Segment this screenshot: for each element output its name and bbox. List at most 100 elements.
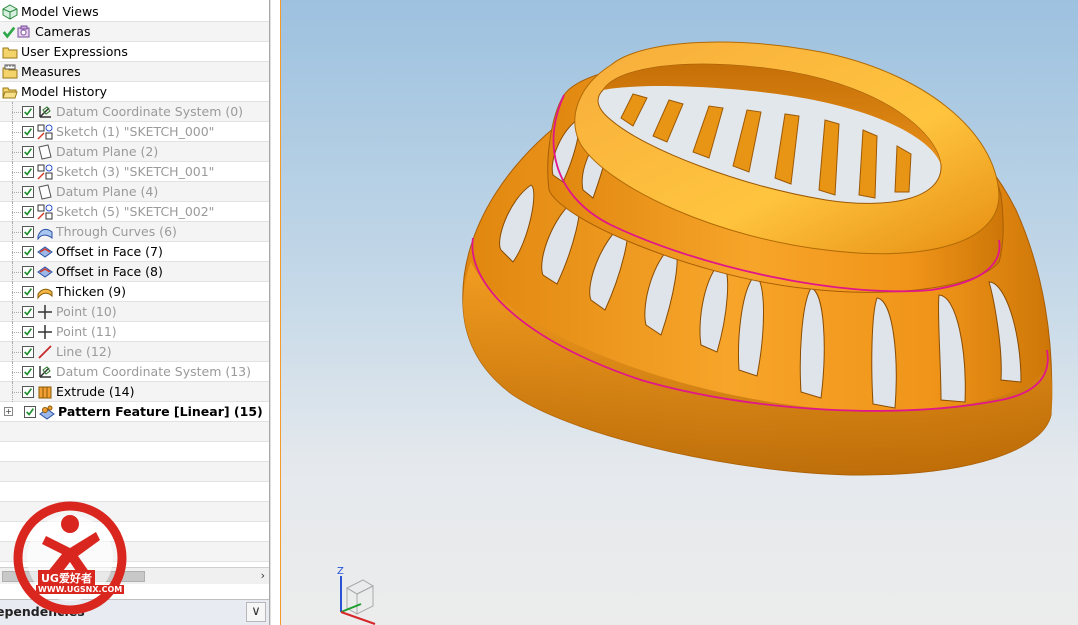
navigator-row-label: Through Curves (6) (56, 224, 177, 239)
feature-checkbox[interactable] (22, 225, 34, 238)
feature-checkbox[interactable] (22, 145, 34, 158)
feature-checkbox[interactable] (22, 205, 34, 218)
triad-z-label: Z (337, 566, 344, 577)
navigator-row[interactable]: Sketch (1) "SKETCH_000" (0, 121, 269, 142)
navigator-row[interactable]: Cameras (0, 22, 269, 42)
tree-connector (10, 281, 22, 302)
navigator-row[interactable]: Through Curves (6) (0, 221, 269, 242)
tree-connector (10, 221, 22, 242)
datum-plane-icon (37, 183, 53, 200)
navigator-row[interactable]: Sketch (3) "SKETCH_001" (0, 161, 269, 182)
navigator-row-label: Sketch (3) "SKETCH_001" (56, 164, 215, 179)
empty-row (0, 442, 269, 462)
datum-csys-icon (37, 364, 53, 380)
feature-checkbox[interactable] (22, 285, 34, 298)
navigator-row-label: Datum Plane (2) (56, 144, 159, 159)
navigator-row-label: Point (10) (56, 304, 117, 319)
navigator-row[interactable]: Offset in Face (8) (0, 261, 269, 282)
watermark-text: UG爱好者 (38, 570, 95, 586)
feature-checkbox[interactable] (22, 165, 34, 178)
navigator-row[interactable]: Datum Coordinate System (13) (0, 361, 269, 382)
tree-connector (10, 241, 22, 262)
navigator-row-label: Line (12) (56, 344, 112, 359)
chevron-down-icon[interactable]: ∨ (246, 602, 266, 622)
navigator-row[interactable]: Datum Coordinate System (0) (0, 101, 269, 122)
navigator-row[interactable]: Point (11) (0, 321, 269, 342)
navigator-row-label: Extrude (14) (56, 384, 135, 399)
watermark-url: WWW.UGSNX.COM (36, 585, 125, 594)
navigator-row[interactable]: Line (12) (0, 341, 269, 362)
navigator-row[interactable]: User Expressions (0, 42, 269, 62)
feature-checkbox[interactable] (22, 365, 34, 378)
navigator-row[interactable]: Extrude (14) (0, 381, 269, 402)
cameras-icon (16, 24, 32, 40)
tree-connector (10, 321, 22, 342)
navigator-row-label: Cameras (35, 24, 91, 39)
line-icon (37, 344, 53, 360)
ugsnx-watermark-logo: UG爱好者 WWW.UGSNX.COM (8, 496, 132, 615)
navigator-row[interactable]: + Pattern Feature [Linear] (15) (0, 402, 269, 422)
navigator-row[interactable]: Model Views (0, 2, 269, 22)
through-curves-icon (37, 224, 53, 241)
navigator-row-label: Point (11) (56, 324, 117, 339)
navigator-row[interactable]: Offset in Face (7) (0, 241, 269, 262)
feature-checkbox[interactable] (22, 265, 34, 278)
navigator-row-label: Model History (21, 84, 107, 99)
navigator-row[interactable]: Model History (0, 82, 269, 102)
navigator-row[interactable]: Measures (0, 62, 269, 82)
empty-row (0, 462, 269, 482)
navigator-row-label: Thicken (9) (56, 284, 126, 299)
navigator-row[interactable]: Thicken (9) (0, 281, 269, 302)
pattern-feature-icon (39, 404, 55, 420)
navigator-row-label: Offset in Face (7) (56, 244, 163, 259)
extrude-icon (37, 384, 53, 400)
tree-connector (10, 381, 22, 402)
model-views-icon (2, 3, 18, 20)
folder-icon (2, 44, 18, 60)
model-view (462, 41, 1053, 476)
tree-connector (10, 201, 22, 222)
navigator-row[interactable]: Sketch (5) "SKETCH_002" (0, 201, 269, 222)
tree-connector (10, 121, 22, 142)
navigator-row[interactable]: Datum Plane (2) (0, 141, 269, 162)
thicken-icon (37, 284, 53, 300)
datum-csys-icon (37, 104, 53, 120)
navigator-row-label: Offset in Face (8) (56, 264, 163, 279)
feature-checkbox[interactable] (22, 305, 34, 318)
feature-checkbox[interactable] (22, 345, 34, 358)
point-icon (37, 304, 53, 320)
open-folder-icon (2, 84, 18, 100)
scroll-right-icon[interactable]: › (261, 569, 265, 582)
point-icon (37, 324, 53, 340)
navigator-row-label: Sketch (1) "SKETCH_000" (56, 124, 215, 139)
navigator-row-label: User Expressions (21, 44, 128, 59)
tree-connector (10, 101, 22, 122)
navigator-row-label: Pattern Feature [Linear] (15) (58, 404, 263, 419)
feature-checkbox[interactable] (22, 185, 34, 198)
navigator-row-label: Datum Coordinate System (0) (56, 104, 244, 119)
feature-checkbox[interactable] (22, 125, 34, 138)
navigator-row-label: Model Views (21, 4, 99, 19)
measures-icon (2, 64, 18, 80)
navigator-row[interactable]: Datum Plane (4) (0, 181, 269, 202)
feature-checkbox[interactable] (24, 405, 36, 418)
feature-checkbox[interactable] (22, 105, 34, 118)
navigator-row-label: Datum Coordinate System (13) (56, 364, 252, 379)
tree-connector (10, 261, 22, 282)
empty-row (0, 422, 269, 442)
offset-in-face-icon (37, 264, 53, 280)
feature-checkbox[interactable] (22, 325, 34, 338)
panel-splitter[interactable] (270, 0, 281, 625)
tree-connector (10, 161, 22, 182)
expand-icon[interactable]: + (4, 407, 13, 416)
tree-connector (10, 301, 22, 322)
navigator-row-label: Measures (21, 64, 81, 79)
datum-plane-icon (37, 143, 53, 160)
offset-in-face-icon (37, 244, 53, 260)
navigator-row-label: Datum Plane (4) (56, 184, 159, 199)
navigator-row[interactable]: Point (10) (0, 301, 269, 322)
tree-connector (10, 181, 22, 202)
feature-checkbox[interactable] (22, 385, 34, 398)
graphics-window[interactable]: Z (281, 0, 1078, 625)
feature-checkbox[interactable] (22, 245, 34, 258)
